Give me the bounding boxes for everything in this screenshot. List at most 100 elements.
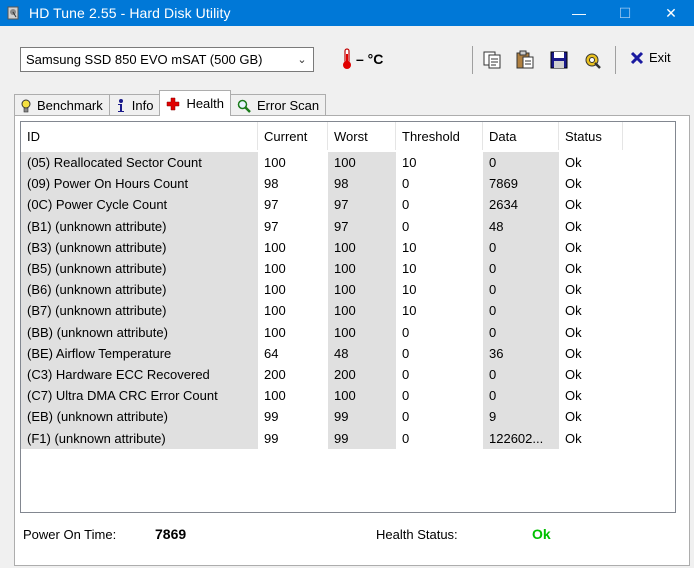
attribute-status-cell: Ok: [565, 218, 582, 234]
attribute-id-cell: (B1) (unknown attribute): [21, 215, 258, 237]
exit-x-icon: [630, 51, 644, 64]
current-value-cell: 100: [264, 282, 286, 298]
temperature-display: – °C: [342, 48, 383, 70]
table-row[interactable]: (B5) (unknown attribute) 100 100 10 0 Ok: [21, 257, 675, 280]
attribute-id-cell: (C3) Hardware ECC Recovered: [21, 363, 258, 386]
raw-data-cell: 0: [483, 321, 559, 343]
smart-attributes-table[interactable]: ID Current Worst Threshold Data Status (…: [20, 121, 676, 513]
attribute-id-cell: (B6) (unknown attribute): [21, 279, 258, 301]
column-header-worst[interactable]: Worst: [328, 122, 396, 150]
chevron-down-icon: ⌄: [297, 54, 307, 66]
table-row[interactable]: (05) Reallocated Sector Count 100 100 10 0 Ok: [21, 152, 675, 174]
worst-value-cell: 100: [328, 152, 396, 174]
worst-value-cell: 98: [328, 173, 396, 195]
tab-health[interactable]: Health: [159, 90, 232, 116]
title-bar: HD Tune 2.55 - Hard Disk Utility — ☐ ✕: [0, 0, 694, 26]
worst-value-cell: 99: [328, 427, 396, 449]
table-row[interactable]: (BE) Airflow Temperature 64 48 0 36 Ok: [21, 342, 675, 364]
toolbar-separator: [615, 46, 616, 74]
magnifier-icon: [237, 99, 251, 113]
worst-value-cell: 99: [328, 406, 396, 428]
table-row[interactable]: (B1) (unknown attribute) 97 97 0 48 Ok: [21, 215, 675, 237]
column-header-current[interactable]: Current: [258, 122, 328, 150]
raw-data-cell: 2634: [483, 194, 559, 216]
table-row[interactable]: (0C) Power Cycle Count 97 97 0 2634 Ok: [21, 194, 675, 216]
current-value-cell: 99: [264, 430, 279, 446]
tab-label: Health: [186, 96, 225, 111]
column-header-threshold[interactable]: Threshold: [396, 122, 483, 150]
temperature-value: – °C: [356, 51, 384, 67]
raw-data-cell: 36: [483, 342, 559, 364]
table-row[interactable]: (F1) (unknown attribute) 99 99 0 122602... Ok: [21, 427, 675, 449]
paste-clipboard-icon[interactable]: [515, 50, 535, 70]
table-row[interactable]: (09) Power On Hours Count 98 98 0 7869 Ok: [21, 173, 675, 195]
table-row[interactable]: (B6) (unknown attribute) 100 100 10 0 Ok: [21, 279, 675, 301]
lightbulb-icon: [21, 99, 31, 112]
tab-error-scan[interactable]: Error Scan: [230, 94, 327, 116]
maximize-button[interactable]: ☐: [602, 0, 648, 26]
worst-value-cell: 97: [328, 215, 396, 237]
current-value-cell: 98: [264, 176, 279, 192]
table-row[interactable]: (C7) Ultra DMA CRC Error Count 100 100 0 0 Ok: [21, 385, 675, 407]
current-value-cell: 100: [264, 303, 286, 319]
column-header-data[interactable]: Data: [483, 122, 559, 150]
status-footer: Power On Time: 7869 Health Status: Ok: [15, 513, 689, 565]
attribute-id-cell: (C7) Ultra DMA CRC Error Count: [21, 385, 258, 407]
save-disk-icon[interactable]: [549, 50, 569, 70]
tab-label: Info: [131, 98, 154, 113]
threshold-value-cell: 0: [402, 366, 410, 382]
column-header-status[interactable]: Status: [559, 122, 623, 150]
hdtune-window: HD Tune 2.55 - Hard Disk Utility — ☐ ✕ S…: [0, 0, 694, 568]
table-row[interactable]: (B3) (unknown attribute) 100 100 10 0 Ok: [21, 236, 675, 258]
health-status-value: Ok: [532, 526, 551, 542]
threshold-value-cell: 0: [402, 218, 410, 234]
options-tools-icon[interactable]: [582, 50, 602, 70]
worst-value-cell: 200: [328, 363, 396, 386]
table-row[interactable]: (BB) (unknown attribute) 100 100 0 0 Ok: [21, 321, 675, 343]
minimize-button[interactable]: —: [556, 0, 602, 26]
raw-data-cell: 0: [483, 363, 559, 386]
threshold-value-cell: 10: [402, 282, 417, 298]
power-on-time-label: Power On Time:: [23, 527, 117, 542]
tab-benchmark[interactable]: Benchmark: [14, 94, 110, 116]
tab-strip: Benchmark Info Health Error Scan: [14, 90, 327, 116]
drive-select[interactable]: Samsung SSD 850 EVO mSAT (500 GB) ⌄: [20, 47, 314, 72]
power-on-time-value: 7869: [155, 526, 187, 542]
thermometer-icon: [343, 48, 351, 69]
current-value-cell: 97: [264, 197, 279, 213]
attribute-id-cell: (0C) Power Cycle Count: [21, 194, 258, 216]
attribute-status-cell: Ok: [565, 239, 582, 255]
close-button[interactable]: ✕: [648, 0, 694, 26]
threshold-value-cell: 10: [402, 261, 417, 277]
raw-data-cell: 0: [483, 152, 559, 174]
hard-disk-app-icon: [7, 6, 19, 20]
threshold-value-cell: 0: [402, 345, 410, 361]
health-cross-icon: [167, 97, 180, 110]
health-status-label: Health Status:: [376, 527, 458, 542]
table-row[interactable]: (C3) Hardware ECC Recovered 200 200 0 0 Ok: [21, 363, 675, 386]
attribute-id-cell: (BB) (unknown attribute): [21, 321, 258, 343]
column-header-id[interactable]: ID: [21, 122, 258, 150]
worst-value-cell: 100: [328, 279, 396, 301]
attribute-id-cell: (F1) (unknown attribute): [21, 427, 258, 449]
tab-info[interactable]: Info: [108, 94, 161, 116]
worst-value-cell: 100: [328, 300, 396, 322]
current-value-cell: 100: [264, 388, 286, 404]
worst-value-cell: 48: [328, 342, 396, 364]
table-row[interactable]: (B7) (unknown attribute) 100 100 10 0 Ok: [21, 300, 675, 322]
window-title: HD Tune 2.55 - Hard Disk Utility: [29, 5, 231, 21]
threshold-value-cell: 0: [402, 388, 410, 404]
exit-label: Exit: [649, 50, 671, 65]
current-value-cell: 99: [264, 409, 279, 425]
current-value-cell: 100: [264, 155, 286, 171]
raw-data-cell: 0: [483, 236, 559, 258]
attribute-id-cell: (B7) (unknown attribute): [21, 300, 258, 322]
attribute-id-cell: (BE) Airflow Temperature: [21, 342, 258, 364]
copy-icon[interactable]: [482, 50, 502, 70]
threshold-value-cell: 0: [402, 176, 410, 192]
table-row[interactable]: (EB) (unknown attribute) 99 99 0 9 Ok: [21, 406, 675, 428]
exit-button[interactable]: Exit: [630, 50, 671, 65]
raw-data-cell: 0: [483, 385, 559, 407]
worst-value-cell: 100: [328, 257, 396, 280]
attribute-id-cell: (EB) (unknown attribute): [21, 406, 258, 428]
